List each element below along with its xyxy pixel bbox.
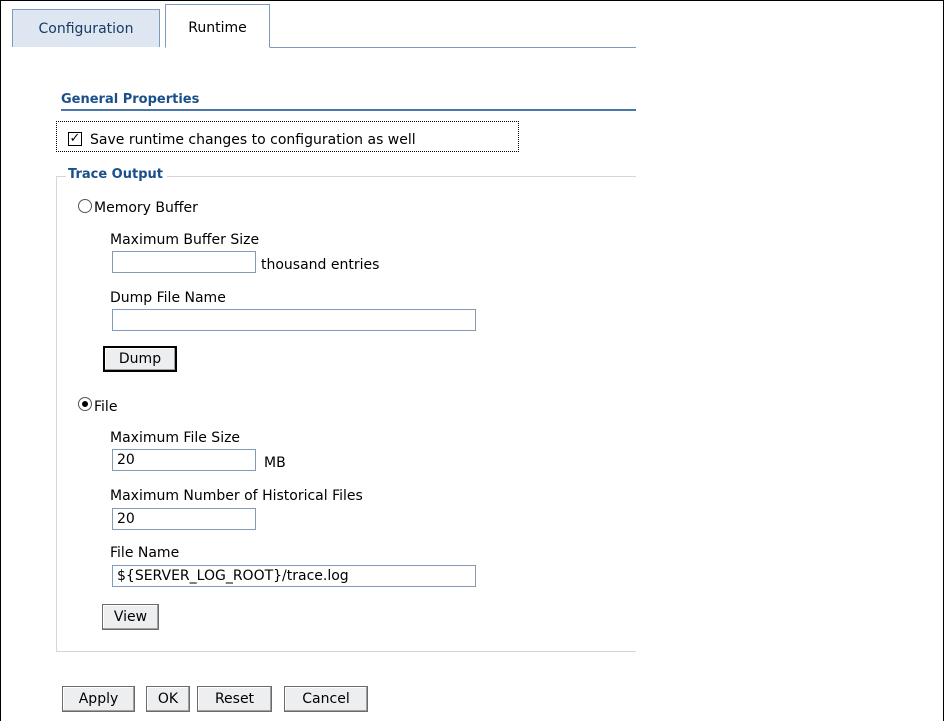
max-buffer-size-label: Maximum Buffer Size <box>110 232 260 248</box>
radio-selected-dot <box>82 401 88 407</box>
max-historical-files-input[interactable] <box>112 508 256 530</box>
section-divider <box>61 109 636 111</box>
ok-button[interactable]: OK <box>146 686 190 712</box>
max-historical-files-label: Maximum Number of Historical Files <box>110 488 363 504</box>
max-file-size-unit: MB <box>264 455 286 471</box>
file-radio[interactable] <box>78 397 92 411</box>
apply-button[interactable]: Apply <box>62 686 135 712</box>
view-button[interactable]: View <box>102 604 159 630</box>
max-file-size-input[interactable] <box>112 449 256 471</box>
cancel-button[interactable]: Cancel <box>284 686 368 712</box>
section-title: General Properties <box>61 92 200 107</box>
file-name-input[interactable] <box>112 565 476 587</box>
file-label: File <box>94 399 118 415</box>
tab-strip-rule <box>269 47 636 48</box>
reset-button[interactable]: Reset <box>197 686 272 712</box>
save-runtime-label: Save runtime changes to configuration as… <box>90 132 416 148</box>
file-name-label: File Name <box>110 545 180 561</box>
tab-runtime[interactable]: Runtime <box>165 4 270 48</box>
memory-buffer-label: Memory Buffer <box>94 200 198 216</box>
dump-button[interactable]: Dump <box>103 346 177 372</box>
max-buffer-size-input[interactable] <box>112 251 256 273</box>
trace-output-legend: Trace Output <box>66 167 167 182</box>
max-buffer-size-unit: thousand entries <box>261 257 380 273</box>
max-file-size-label: Maximum File Size <box>110 430 241 446</box>
dump-file-name-label: Dump File Name <box>110 290 226 306</box>
memory-buffer-radio[interactable] <box>78 199 92 213</box>
tab-configuration[interactable]: Configuration <box>12 9 160 47</box>
dump-file-name-input[interactable] <box>112 309 476 331</box>
save-runtime-checkbox[interactable]: ✓ <box>68 132 82 146</box>
checkmark-icon: ✓ <box>69 131 81 146</box>
